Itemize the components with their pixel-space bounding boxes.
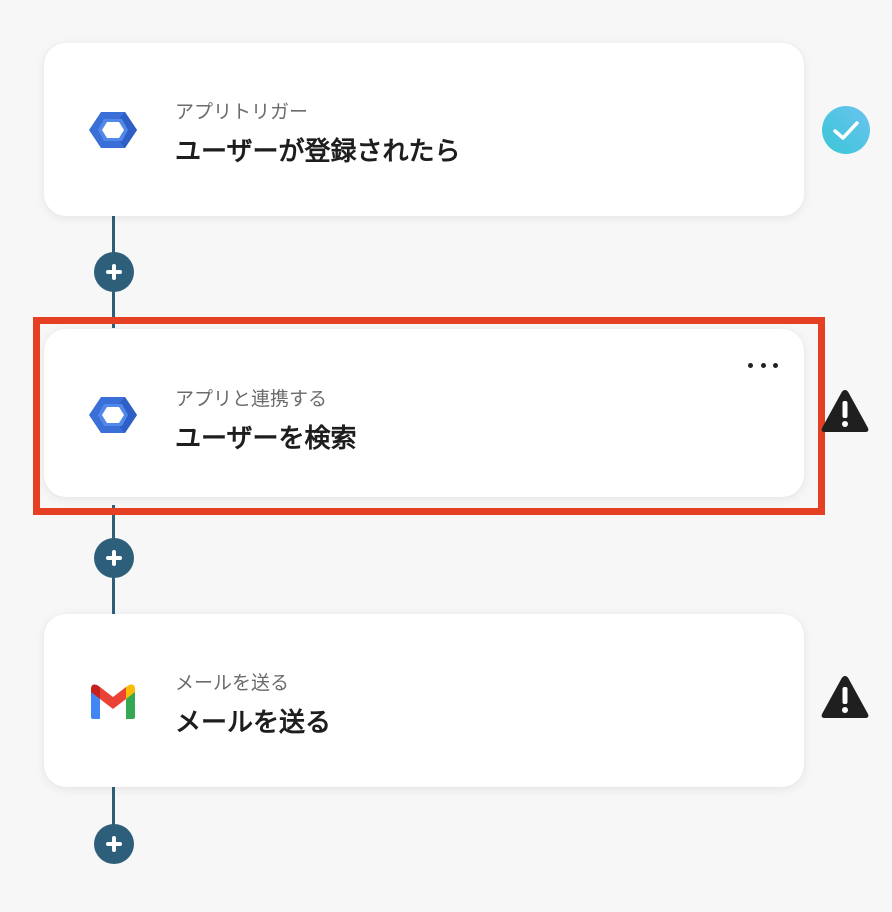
- step-card-send-mail[interactable]: メールを送る メールを送る: [44, 614, 804, 787]
- gmail-icon: [88, 677, 138, 727]
- check-circle-icon: [821, 105, 871, 155]
- step-subtitle: アプリトリガー: [175, 101, 309, 123]
- step-title: ユーザーが登録されたら: [175, 137, 461, 167]
- warning-triangle-icon: [820, 387, 870, 437]
- step-card-search-user[interactable]: アプリと連携する ユーザーを検索: [44, 329, 804, 497]
- add-step-button[interactable]: [94, 824, 134, 864]
- add-step-button[interactable]: [94, 538, 134, 578]
- step-title: ユーザーを検索: [175, 424, 357, 454]
- google-workspace-hexagon-icon: [88, 390, 138, 440]
- warning-triangle-icon: [820, 673, 870, 723]
- workflow-canvas: アプリトリガー ユーザーが登録されたら アプリと連携する ユーザーを検索 メール…: [0, 0, 892, 912]
- step-subtitle: アプリと連携する: [175, 388, 328, 410]
- add-step-button[interactable]: [94, 252, 134, 292]
- step-subtitle: メールを送る: [175, 672, 290, 694]
- step-title: メールを送る: [175, 708, 332, 738]
- more-horizontal-icon[interactable]: [748, 357, 778, 373]
- step-card-trigger[interactable]: アプリトリガー ユーザーが登録されたら: [44, 43, 804, 216]
- google-workspace-hexagon-icon: [88, 105, 138, 155]
